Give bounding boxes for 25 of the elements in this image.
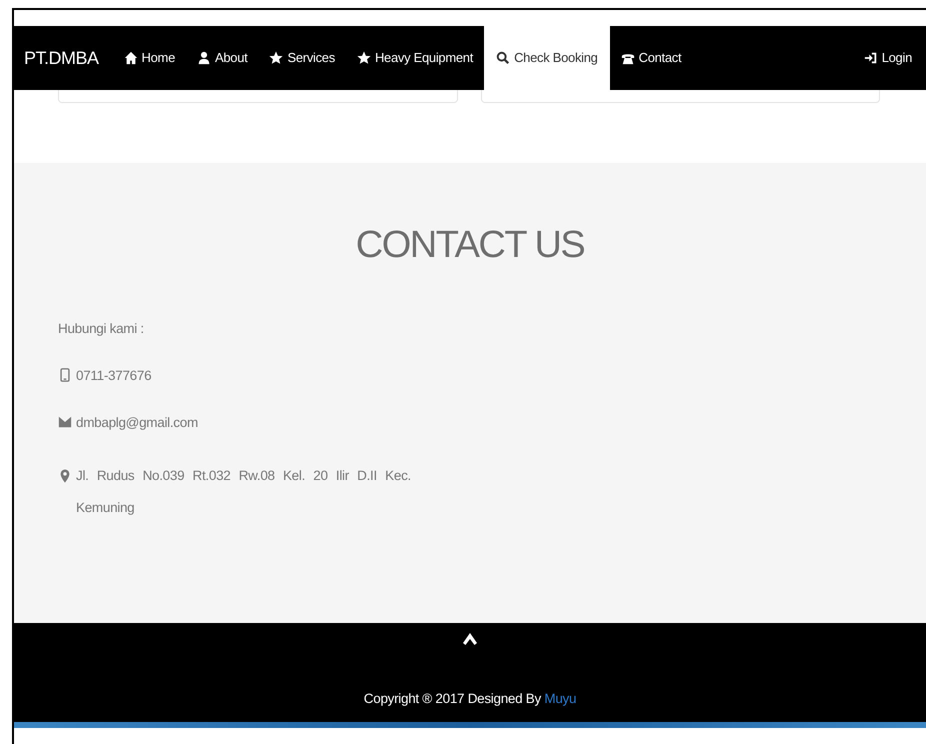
nav-link[interactable]: Services xyxy=(258,26,346,90)
scroll-up-button[interactable] xyxy=(462,631,478,647)
author-link[interactable]: Muyu xyxy=(544,691,576,706)
contact-text: Jl. Rudus No.039 Rt.032 Rw.08 Kel. 20 Ilir D.II Kec. Kemuning xyxy=(76,467,411,518)
home-icon xyxy=(124,51,138,65)
map-marker-icon xyxy=(58,469,72,484)
mobile-phone-icon xyxy=(58,368,72,382)
contact-text: dmbaplg@gmail.com xyxy=(76,414,198,432)
envelope-icon xyxy=(58,415,72,430)
user-icon xyxy=(197,51,211,65)
contact-text: 0711-377676 xyxy=(76,366,152,385)
section-title: CONTACT US xyxy=(354,223,586,268)
login-icon xyxy=(864,51,878,65)
copyright-text: Copyright ® 2017 Designed By Muyu xyxy=(364,690,576,708)
nav-link[interactable]: About xyxy=(186,26,258,90)
brand-link[interactable]: PT.DMBA xyxy=(14,26,113,90)
search-icon xyxy=(496,51,510,65)
nav-link[interactable]: Heavy Equipment xyxy=(346,26,484,90)
contact-intro: Hubungi kami : xyxy=(58,320,144,338)
star-icon xyxy=(269,51,284,65)
nav-link[interactable]: Contact xyxy=(610,26,692,90)
login-link[interactable]: Login xyxy=(852,26,926,90)
nav-link[interactable]: Home xyxy=(112,26,186,90)
star-icon xyxy=(356,51,371,65)
nav-link[interactable]: Check Booking xyxy=(484,26,610,90)
